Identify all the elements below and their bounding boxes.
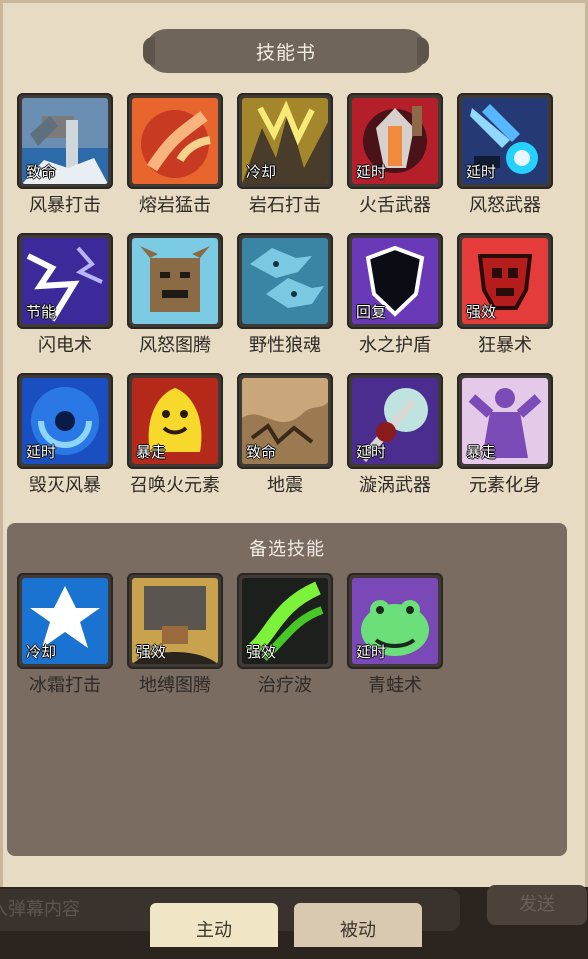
- skill-slot[interactable]: 延时 火舌武器: [345, 93, 455, 233]
- skill-tag: 延时: [356, 443, 387, 461]
- skill-name: 风暴打击: [29, 195, 101, 216]
- skill-tile[interactable]: [127, 93, 223, 189]
- skill-tag: 致命: [26, 163, 57, 181]
- skill-name: 风怒图腾: [139, 335, 211, 356]
- backup-skill-slot[interactable]: 延时 青蛙术: [345, 573, 455, 713]
- backup-skill-grid: 冷却 冰霜打击 强效 地缚图腾 强效 治疗波 延时 青蛙术: [15, 573, 575, 713]
- skill-tile[interactable]: 延时: [457, 93, 553, 189]
- skill-tile[interactable]: 暴走: [127, 373, 223, 469]
- skill-slot[interactable]: 野性狼魂: [235, 233, 345, 373]
- skill-tag: 强效: [246, 643, 277, 661]
- skill-name: 火舌武器: [359, 195, 431, 216]
- skill-tile[interactable]: 延时: [347, 373, 443, 469]
- skill-name: 漩涡武器: [359, 475, 431, 496]
- skill-tag: 致命: [246, 443, 277, 461]
- backup-skill-slot[interactable]: 强效 治疗波: [235, 573, 345, 713]
- skill-tag: 节能: [26, 303, 57, 321]
- backup-skill-tile[interactable]: 冷却: [17, 573, 113, 669]
- skill-tile[interactable]: 冷却: [237, 93, 333, 189]
- skill-tag: 延时: [26, 443, 57, 461]
- skill-tile[interactable]: 暴走: [457, 373, 553, 469]
- skill-slot[interactable]: 延时 漩涡武器: [345, 373, 455, 513]
- skill-slot[interactable]: 暴走 元素化身: [455, 373, 565, 513]
- tab-passive[interactable]: 被动: [294, 903, 422, 947]
- skill-tile[interactable]: 致命: [237, 373, 333, 469]
- skill-tag: 延时: [356, 163, 387, 181]
- skill-tile[interactable]: 延时: [17, 373, 113, 469]
- skill-slot[interactable]: 冷却 岩石打击: [235, 93, 345, 233]
- skill-name: 地缚图腾: [139, 675, 211, 696]
- skill-name: 地震: [267, 475, 303, 496]
- skill-name: 风怒武器: [469, 195, 541, 216]
- skill-tile[interactable]: [127, 233, 223, 329]
- lava-lash-icon: [132, 98, 218, 184]
- skill-tile[interactable]: 延时: [347, 93, 443, 189]
- skill-name: 狂暴术: [478, 335, 532, 356]
- skill-slot[interactable]: 暴走 召唤火元素: [125, 373, 235, 513]
- skill-name: 治疗波: [258, 675, 312, 696]
- skill-slot[interactable]: 节能 闪电术: [15, 233, 125, 373]
- skill-slot[interactable]: 延时 毁灭风暴: [15, 373, 125, 513]
- skill-tag: 暴走: [136, 443, 167, 461]
- skill-tile[interactable]: 致命: [17, 93, 113, 189]
- windfury-totem-icon: [132, 238, 218, 324]
- backup-skill-tile[interactable]: 强效: [237, 573, 333, 669]
- feral-spirit-icon: [242, 238, 328, 324]
- backup-skill-slot[interactable]: 冷却 冰霜打击: [15, 573, 125, 713]
- skill-name: 元素化身: [469, 475, 541, 496]
- skill-name: 岩石打击: [249, 195, 321, 216]
- skill-name: 冰霜打击: [29, 675, 101, 696]
- send-button[interactable]: 发送: [487, 885, 587, 925]
- tab-active[interactable]: 主动: [150, 903, 278, 947]
- skill-slot[interactable]: 强效 狂暴术: [455, 233, 565, 373]
- skill-tile[interactable]: 节能: [17, 233, 113, 329]
- skill-slot[interactable]: 延时 风怒武器: [455, 93, 565, 233]
- skill-slot[interactable]: 风怒图腾: [125, 233, 235, 373]
- skill-name: 野性狼魂: [249, 335, 321, 356]
- backup-skill-tile[interactable]: 延时: [347, 573, 443, 669]
- skill-slot[interactable]: 熔岩猛击: [125, 93, 235, 233]
- skill-grid: 致命 风暴打击 熔岩猛击 冷却 岩石打击 延时 火舌武器 延时 风怒武器 节能 …: [15, 93, 575, 513]
- skill-name: 水之护盾: [359, 335, 431, 356]
- skill-tag: 强效: [466, 303, 497, 321]
- backup-skill-slot[interactable]: 强效 地缚图腾: [125, 573, 235, 713]
- skill-name: 毁灭风暴: [29, 475, 101, 496]
- skill-tile[interactable]: [237, 233, 333, 329]
- skill-tile[interactable]: 强效: [457, 233, 553, 329]
- skill-name: 召唤火元素: [130, 475, 220, 496]
- backup-skill-tile[interactable]: 强效: [127, 573, 223, 669]
- skill-tag: 延时: [466, 163, 497, 181]
- backup-title: 备选技能: [249, 539, 325, 560]
- skill-slot[interactable]: 回复 水之护盾: [345, 233, 455, 373]
- skill-name: 青蛙术: [368, 675, 422, 696]
- skill-slot[interactable]: 致命 地震: [235, 373, 345, 513]
- skill-tag: 强效: [136, 643, 167, 661]
- skill-tag: 冷却: [246, 163, 277, 181]
- skill-name: 熔岩猛击: [139, 195, 211, 216]
- skill-tile[interactable]: 回复: [347, 233, 443, 329]
- skill-slot[interactable]: 致命 风暴打击: [15, 93, 125, 233]
- skill-name: 闪电术: [38, 335, 92, 356]
- skill-tag: 回复: [356, 303, 387, 321]
- skill-tag: 冷却: [26, 643, 57, 661]
- skill-tag: 暴走: [466, 443, 497, 461]
- skill-tag: 延时: [356, 643, 387, 661]
- skill-book-title: 技能书: [143, 29, 429, 73]
